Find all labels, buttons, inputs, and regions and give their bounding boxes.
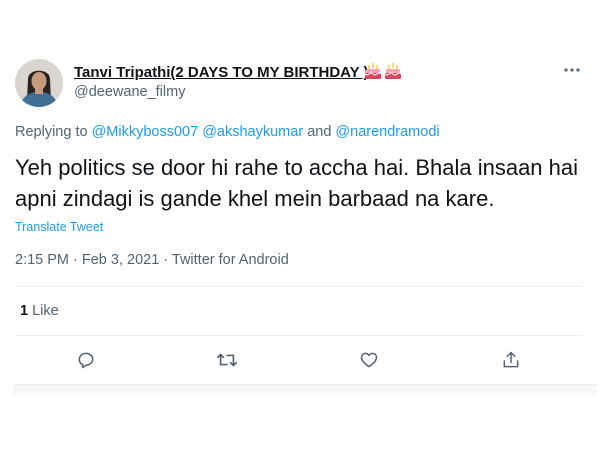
retweet-icon[interactable] xyxy=(215,348,239,372)
tweet-text: Yeh politics se door hi rahe to accha ha… xyxy=(15,155,579,211)
more-options-icon[interactable] xyxy=(562,62,582,78)
tweet-bottom-border xyxy=(13,384,597,396)
mention-link[interactable]: @Mikkyboss007 xyxy=(92,124,199,140)
author-handle[interactable]: @deewane_filmy xyxy=(74,84,185,100)
birthday-cake-icon xyxy=(364,62,382,80)
name-emoji-group xyxy=(364,62,402,80)
author-name[interactable]: Tanvi Tripathi(2 DAYS TO MY BIRTHDAY ) xyxy=(74,64,369,81)
action-bar xyxy=(0,348,600,372)
mention-link[interactable]: @akshaykumar xyxy=(202,124,303,140)
like-count-number: 1 xyxy=(20,303,29,319)
like-count[interactable]: 1 Like xyxy=(20,303,59,319)
translate-tweet-link[interactable]: Translate Tweet xyxy=(15,220,103,234)
mention-joiner: and xyxy=(307,124,332,140)
share-icon[interactable] xyxy=(499,348,523,372)
tweet-timestamp[interactable]: 2:15 PM · Feb 3, 2021 · Twitter for Andr… xyxy=(15,252,289,268)
mention-link[interactable]: @narendramodi xyxy=(335,124,439,140)
divider xyxy=(15,335,582,336)
reply-icon[interactable] xyxy=(74,348,98,372)
birthday-cake-icon xyxy=(384,62,402,80)
like-icon[interactable] xyxy=(357,348,381,372)
tweet-card: Tanvi Tripathi(2 DAYS TO MY BIRTHDAY ) @… xyxy=(0,0,600,450)
like-count-label: Like xyxy=(32,303,59,319)
replying-prefix: Replying to xyxy=(15,124,92,140)
avatar[interactable] xyxy=(15,59,63,107)
divider xyxy=(15,286,582,287)
replying-to: Replying to @Mikkyboss007 @akshaykumar a… xyxy=(15,124,440,140)
